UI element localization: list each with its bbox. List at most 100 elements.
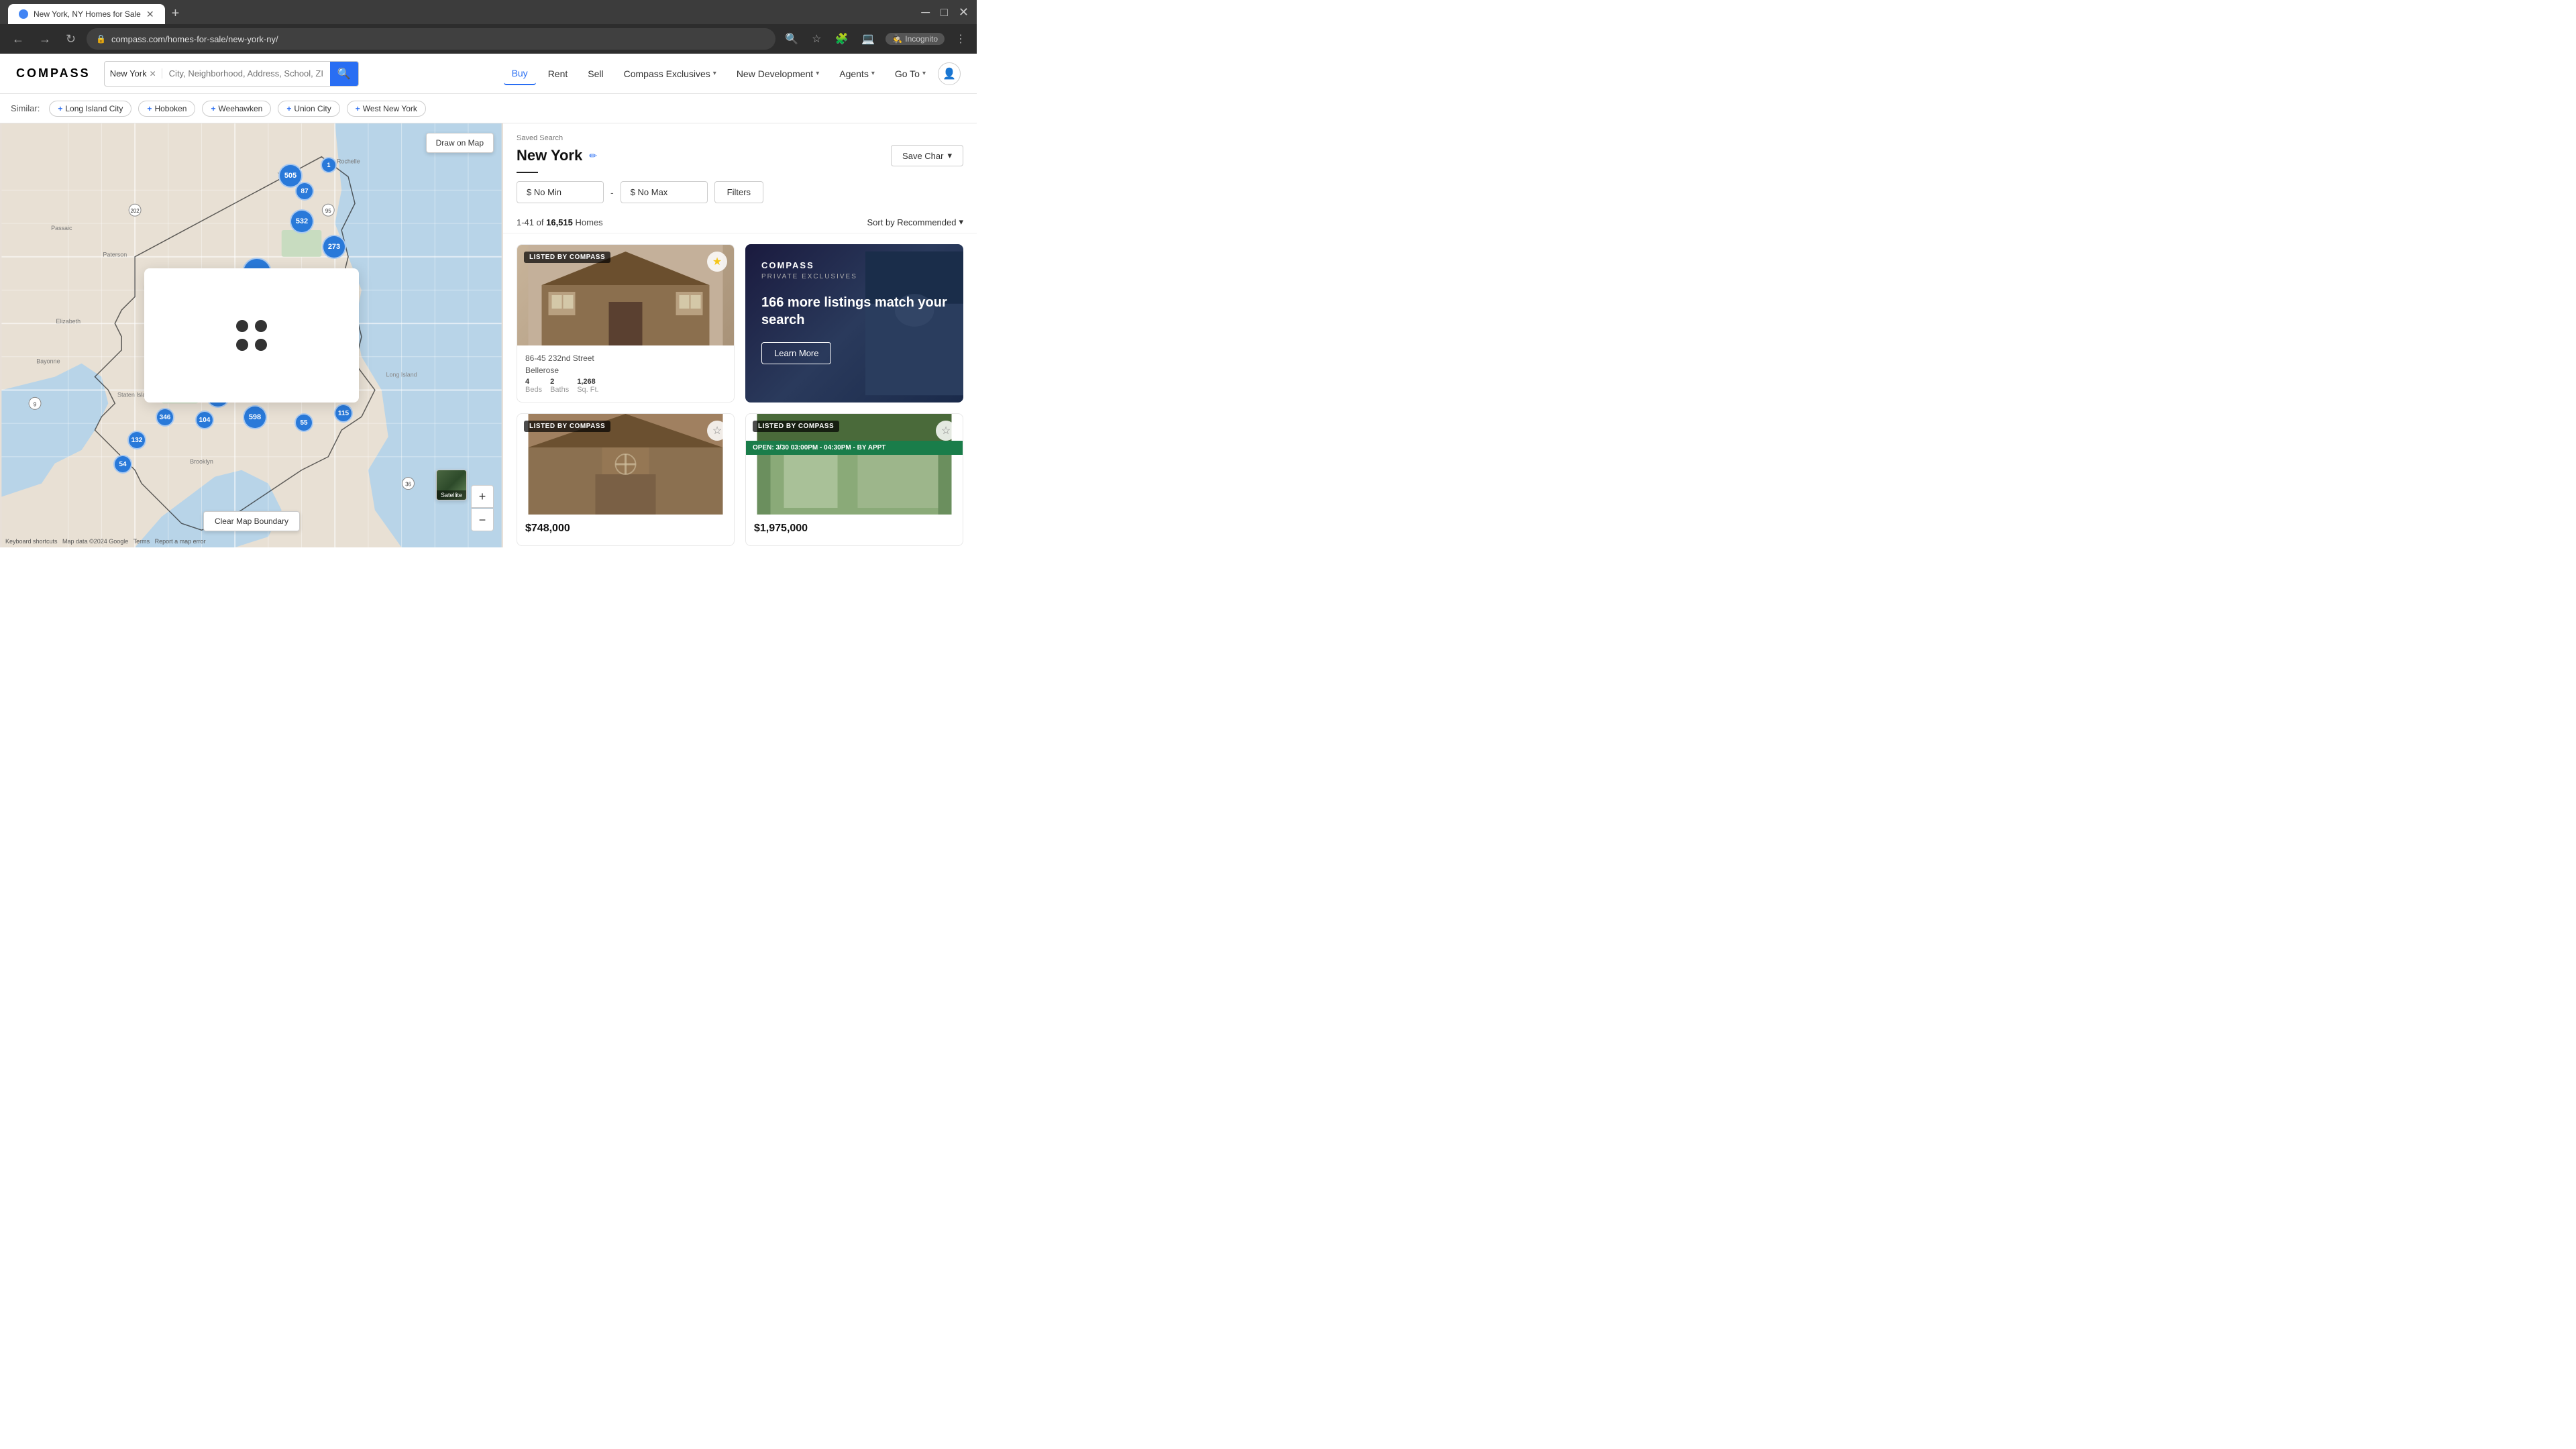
search-bar[interactable]: New York ✕ 🔍 [104, 61, 359, 87]
loading-overlay [144, 268, 359, 402]
incognito-badge[interactable]: 🕵 Incognito [885, 33, 945, 45]
similar-tag-hoboken[interactable]: + Hoboken [138, 101, 195, 117]
plus-icon: + [58, 104, 62, 113]
price-row: $ No Min - $ No Max Filters [517, 181, 963, 203]
nav-rent[interactable]: Rent [540, 63, 576, 85]
cluster-273[interactable]: 273 [322, 235, 346, 259]
price-min-input[interactable]: $ No Min [517, 181, 604, 203]
search-location-value: New York [110, 68, 147, 78]
property-card-1[interactable]: LISTED BY COMPASS ★ 86-45 232nd Street B… [517, 244, 735, 402]
cluster-87[interactable]: 87 [295, 182, 314, 201]
cluster-54[interactable]: 54 [113, 455, 132, 474]
nav-go-to[interactable]: Go To ▾ [887, 63, 934, 85]
property-card-2[interactable]: LISTED BY COMPASS ☆ $748,000 [517, 413, 735, 546]
map-area[interactable]: New York Newark Paterson Passaic Elizabe… [0, 123, 503, 547]
incognito-icon: 🕵 [892, 34, 902, 44]
property-favorite-3[interactable]: ☆ [936, 421, 956, 441]
property-grid: LISTED BY COMPASS ★ 86-45 232nd Street B… [503, 233, 977, 547]
search-input[interactable] [162, 68, 330, 78]
results-title: New York [517, 147, 582, 164]
clear-map-boundary-button[interactable]: Clear Map Boundary [203, 511, 300, 531]
zoom-out-button[interactable]: − [471, 508, 494, 531]
similar-tag-long-island-city[interactable]: + Long Island City [49, 101, 131, 117]
zoom-in-button[interactable]: + [471, 485, 494, 508]
save-changes-button[interactable]: Save Char ▾ [891, 145, 963, 166]
satellite-preview: Satellite [437, 470, 466, 500]
sort-chevron: ▾ [959, 217, 963, 227]
exclusives-card[interactable]: COMPASS PRIVATE EXCLUSIVES 166 more list… [745, 244, 963, 402]
results-panel: Saved Search New York ✏ Save Char ▾ $ No… [503, 123, 977, 547]
cluster-598[interactable]: 598 [243, 405, 267, 429]
reload-button[interactable]: ↻ [62, 28, 80, 50]
exclusives-brand: COMPASS [761, 260, 947, 270]
address-bar[interactable]: 🔒 compass.com/homes-for-sale/new-york-ny… [87, 28, 775, 50]
agents-chevron: ▾ [871, 70, 875, 77]
goto-chevron: ▾ [922, 70, 926, 77]
clear-search-button[interactable]: ✕ [150, 69, 156, 78]
cluster-132[interactable]: 132 [127, 431, 146, 449]
compass-logo[interactable]: COMPASS [16, 66, 91, 80]
svg-text:Passaic: Passaic [51, 225, 72, 231]
search-location-tag[interactable]: New York ✕ [105, 68, 162, 78]
property-info-2: $748,000 [517, 515, 734, 545]
filters-button[interactable]: Filters [714, 181, 763, 203]
search-submit-button[interactable]: 🔍 [330, 61, 358, 87]
price-max-input[interactable]: $ No Max [621, 181, 708, 203]
price-dash: - [610, 187, 614, 198]
close-button[interactable]: ✕ [959, 5, 969, 19]
extension-icon-btn[interactable]: 🧩 [833, 30, 851, 48]
saved-search-label: Saved Search [517, 134, 963, 142]
loading-dot-4 [255, 339, 267, 351]
cluster-104[interactable]: 104 [195, 411, 214, 429]
satellite-button[interactable]: Satellite [436, 470, 467, 500]
svg-text:9: 9 [34, 401, 37, 407]
property-baths-1: 2 Baths [550, 378, 569, 394]
more-options-btn[interactable]: ⋮ [953, 30, 969, 48]
cluster-532[interactable]: 532 [290, 209, 314, 233]
loading-dots [223, 307, 280, 364]
nav-buy[interactable]: Buy [504, 62, 536, 85]
nav-agents[interactable]: Agents ▾ [831, 63, 883, 85]
property-badge-3: LISTED BY COMPASS [753, 421, 839, 432]
nav-sell[interactable]: Sell [580, 63, 611, 85]
cluster-115[interactable]: 115 [334, 404, 353, 423]
property-neighborhood-1: Bellerose [525, 366, 726, 375]
bookmark-icon-btn[interactable]: ☆ [809, 30, 824, 48]
draw-on-map-button[interactable]: Draw on Map [426, 133, 494, 153]
open-house-badge: OPEN: 3/30 03:00PM - 04:30PM - BY APPT [746, 441, 963, 455]
active-tab[interactable]: New York, NY Homes for Sale ✕ [8, 4, 165, 24]
maximize-button[interactable]: □ [941, 5, 948, 19]
sort-button[interactable]: Sort by Recommended ▾ [867, 217, 963, 227]
new-tab-button[interactable]: + [166, 3, 185, 24]
device-icon-btn[interactable]: 💻 [859, 30, 877, 48]
tab-close-button[interactable]: ✕ [146, 9, 154, 20]
user-profile-button[interactable]: 👤 [938, 62, 961, 85]
incognito-label: Incognito [905, 34, 938, 44]
similar-tag-west-new-york[interactable]: + West New York [347, 101, 426, 117]
property-favorite-2[interactable]: ☆ [707, 421, 727, 441]
browser-navbar: ← → ↻ 🔒 compass.com/homes-for-sale/new-y… [0, 24, 977, 54]
search-icon-btn[interactable]: 🔍 [782, 30, 801, 48]
nav-compass-exclusives[interactable]: Compass Exclusives ▾ [616, 63, 724, 85]
lock-icon: 🔒 [96, 34, 106, 44]
new-development-chevron: ▾ [816, 70, 819, 77]
minimize-button[interactable]: ─ [921, 5, 930, 19]
svg-text:95: 95 [325, 208, 331, 214]
nav-new-development[interactable]: New Development ▾ [729, 63, 827, 85]
edit-title-icon[interactable]: ✏ [589, 150, 597, 162]
similar-tag-weehawken[interactable]: + Weehawken [202, 101, 271, 117]
svg-text:Long Island: Long Island [386, 372, 417, 378]
learn-more-button[interactable]: Learn More [761, 342, 831, 364]
cluster-346[interactable]: 346 [156, 408, 174, 427]
similar-tag-union-city[interactable]: + Union City [278, 101, 339, 117]
property-details-1: 4 Beds 2 Baths 1,268 Sq. Ft. [525, 378, 726, 394]
cluster-55[interactable]: 55 [294, 413, 313, 432]
similar-bar: Similar: + Long Island City + Hoboken + … [0, 94, 977, 123]
browser-tabs: New York, NY Homes for Sale ✕ + [8, 0, 184, 24]
price-min-value: $ No Min [527, 187, 561, 197]
forward-button[interactable]: → [35, 28, 55, 50]
back-button[interactable]: ← [8, 28, 28, 50]
property-favorite-1[interactable]: ★ [707, 252, 727, 272]
cluster-1[interactable]: 1 [321, 157, 337, 173]
property-card-3[interactable]: LISTED BY COMPASS OPEN: 3/30 03:00PM - 0… [745, 413, 963, 546]
